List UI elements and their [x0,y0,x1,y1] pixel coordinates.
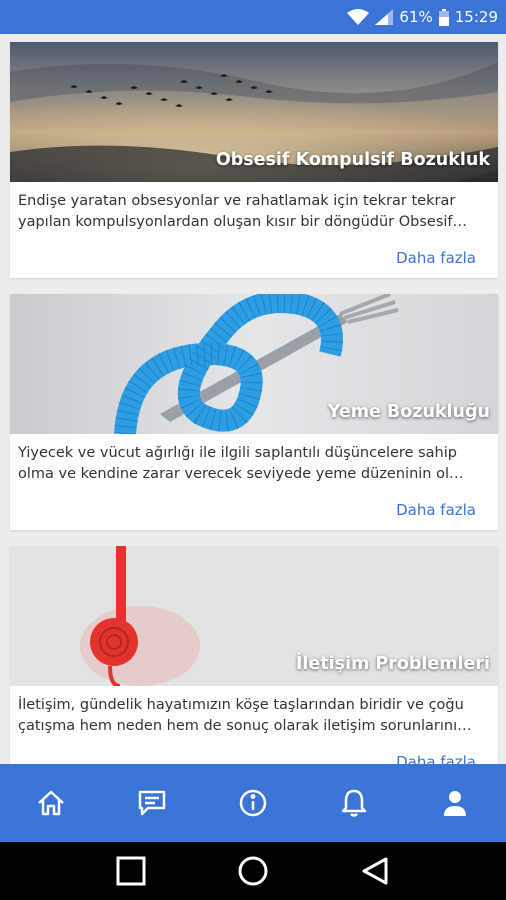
card-description-text: İletişim, gündelik hayatımızın köşe taşl… [18,697,472,734]
status-bar: 61% 15:29 [0,0,506,34]
card-title: Obsesif Kompulsif Bozukluk [215,150,490,170]
wifi-icon [347,9,370,25]
card-description: Endişe yaratan obsesyonlar ve rahatlamak… [10,182,498,238]
card-image-tape-fork[interactable]: Yeme Bozukluğu [10,294,498,434]
battery-icon [438,8,449,26]
card-title: Yeme Bozukluğu [327,402,490,422]
status-time: 15:29 [454,8,498,26]
card-list[interactable]: Obsesif Kompulsif Bozukluk Endişe yarata… [0,34,506,764]
battery-percent: 61% [399,8,433,26]
more-link[interactable]: Daha fazla [10,490,498,530]
card-image-birds[interactable]: Obsesif Kompulsif Bozukluk [10,42,498,182]
card-description: İletişim, gündelik hayatımızın köşe taşl… [10,686,498,742]
card-communication[interactable]: İletişim Problemleri İletişim, gündelik … [10,546,498,764]
home-icon[interactable] [21,773,81,833]
recent-apps-icon[interactable] [101,846,161,896]
system-navigation-bar [0,842,506,900]
card-description-text: Yiyecek ve vücut ağırlığı ile ilgili sap… [18,445,464,482]
card-description: Yiyecek ve vücut ağırlığı ile ilgili sap… [10,434,498,490]
home-circle-icon[interactable] [223,846,283,896]
more-link-label[interactable]: Daha fazla [396,753,476,764]
bell-icon[interactable] [324,773,384,833]
more-link-label[interactable]: Daha fazla [396,249,476,267]
card-title: İletişim Problemleri [295,654,490,674]
card-image-headphones[interactable]: İletişim Problemleri [10,546,498,686]
card-ocd[interactable]: Obsesif Kompulsif Bozukluk Endişe yarata… [10,42,498,278]
back-triangle-icon[interactable] [345,846,405,896]
more-link[interactable]: Daha fazla [10,742,498,764]
chat-icon[interactable] [122,773,182,833]
bottom-navigation [0,764,506,842]
more-link[interactable]: Daha fazla [10,238,498,278]
info-icon[interactable] [223,773,283,833]
signal-icon [375,9,394,25]
profile-icon[interactable] [425,773,485,833]
more-link-label[interactable]: Daha fazla [396,501,476,519]
card-description-text: Endişe yaratan obsesyonlar ve rahatlamak… [18,193,468,230]
card-eating-disorder[interactable]: Yeme Bozukluğu Yiyecek ve vücut ağırlığı… [10,294,498,530]
